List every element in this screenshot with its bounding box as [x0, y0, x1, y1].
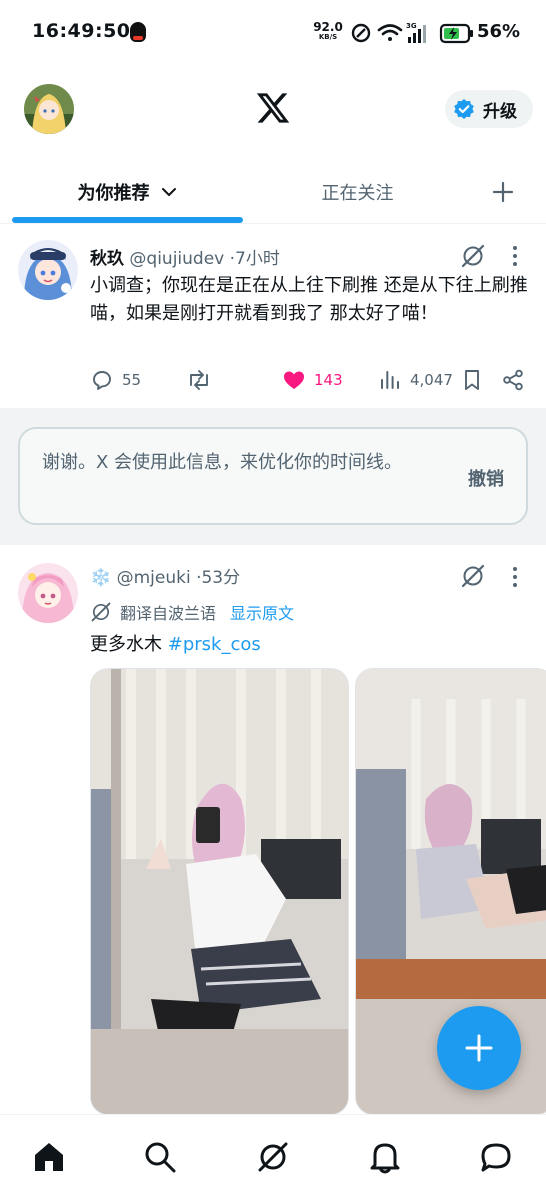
- x-logo-icon: [256, 93, 290, 123]
- upgrade-label: 升级: [483, 101, 517, 121]
- chevron-down-icon: [161, 187, 176, 196]
- plus-icon: [465, 1034, 493, 1062]
- tweet-author-handle[interactable]: @qiujiudev: [129, 249, 224, 269]
- my-avatar[interactable]: [24, 84, 74, 134]
- grok-icon[interactable]: [255, 1139, 291, 1175]
- reply-icon: [93, 371, 111, 390]
- verified-badge-icon: [454, 99, 474, 119]
- svg-text:3G: 3G: [406, 22, 417, 30]
- retweet-icon: [190, 370, 208, 390]
- top-bar: 升级: [0, 64, 546, 160]
- feedback-section: 谢谢。X 会使用此信息，来优化你的时间线。 撤销: [0, 408, 546, 545]
- grok-icon: [91, 602, 111, 622]
- bookmark-button[interactable]: [461, 366, 483, 394]
- tab-following[interactable]: 正在关注: [255, 160, 460, 223]
- like-button[interactable]: 143: [282, 366, 343, 394]
- translated-from-label: 翻译自波兰语: [120, 604, 217, 623]
- tab-following-label: 正在关注: [321, 182, 394, 204]
- tweet-text: 更多水木 #prsk_cos: [90, 631, 530, 659]
- reply-button[interactable]: 55: [90, 366, 141, 394]
- feedback-text: 谢谢。X 会使用此信息，来优化你的时间线。: [42, 452, 403, 473]
- tweet-text: 小调查；你现在是正在从上往下刷推 还是从下往上刷推喵，如果是刚打开就看到我了 那…: [90, 275, 528, 324]
- home-icon[interactable]: [31, 1139, 67, 1175]
- show-original-link[interactable]: 显示原文: [230, 600, 294, 624]
- active-tab-indicator: [12, 217, 243, 223]
- compose-button[interactable]: [437, 1006, 521, 1090]
- tweet-author-name[interactable]: 秋玖: [90, 249, 124, 269]
- tweet-text-content: 更多水木: [90, 634, 162, 655]
- status-bar: 16:49:50 92.0 KB/S 3G 56%: [0, 0, 546, 64]
- tweet-author-name[interactable]: ❄️: [90, 568, 111, 588]
- status-time: 16:49:50: [32, 20, 131, 42]
- share-icon: [503, 369, 523, 391]
- tab-for-you-label: 为你推荐: [77, 182, 150, 204]
- views-count: 4,047: [410, 371, 453, 389]
- tweet[interactable]: 秋玖 @qiujiudev ·7小时 小调查；你现在是正在从上往下刷推 还是从下…: [0, 224, 546, 408]
- timeline-tabs: 为你推荐 正在关注: [0, 160, 546, 224]
- share-button[interactable]: [501, 366, 525, 394]
- tweet-actions: 55 143 4,047: [90, 366, 530, 394]
- translation-bar: 翻译自波兰语 显示原文: [90, 600, 294, 624]
- tweet-header: ❄️ @mjeuki ·53分: [90, 563, 240, 588]
- qq-icon: [130, 22, 146, 42]
- heart-icon: [284, 371, 304, 389]
- messages-icon[interactable]: [478, 1139, 514, 1175]
- tweet-header: 秋玖 @qiujiudev ·7小时: [90, 244, 280, 269]
- grok-icon[interactable]: [460, 563, 486, 589]
- tweet-author-avatar[interactable]: [18, 563, 78, 623]
- plus-icon: [492, 181, 514, 202]
- battery-percent: 56%: [477, 21, 521, 42]
- avatar-image: [18, 563, 78, 623]
- undo-button[interactable]: 撤销: [468, 465, 504, 491]
- signal-icon: 3G: [406, 22, 426, 43]
- tweet-photo[interactable]: [90, 668, 349, 1115]
- more-options-icon[interactable]: [511, 567, 519, 591]
- bookmark-icon: [465, 370, 479, 390]
- status-icons: 3G: [351, 22, 473, 44]
- views-button[interactable]: 4,047: [378, 366, 453, 394]
- retweet-button[interactable]: [186, 366, 212, 394]
- tweet-author-avatar[interactable]: [18, 240, 78, 300]
- tweet-time: 7小时: [235, 249, 280, 269]
- upgrade-button[interactable]: 升级: [445, 90, 533, 128]
- notifications-icon[interactable]: [367, 1139, 403, 1175]
- reply-count: 55: [122, 371, 142, 389]
- like-count: 143: [314, 371, 343, 389]
- tab-for-you[interactable]: 为你推荐: [0, 160, 255, 223]
- hashtag-link[interactable]: #prsk_cos: [168, 634, 261, 655]
- grok-icon[interactable]: [460, 243, 486, 269]
- tweet-author-handle[interactable]: @mjeuki: [117, 568, 191, 588]
- search-icon[interactable]: [142, 1139, 178, 1175]
- feedback-notice: 谢谢。X 会使用此信息，来优化你的时间线。 撤销: [18, 427, 528, 525]
- network-speed-value: 92.0: [313, 20, 343, 34]
- add-timeline-button[interactable]: [475, 160, 531, 223]
- network-speed-unit: KB/S: [318, 33, 338, 41]
- avatar-image: [18, 240, 78, 300]
- tweet-time: 53分: [201, 568, 241, 588]
- network-speed: 92.0 KB/S: [312, 21, 344, 41]
- photo-image: [91, 669, 348, 1114]
- my-avatar-image: [24, 84, 74, 134]
- wifi-icon: [377, 24, 403, 41]
- more-options-icon[interactable]: [511, 246, 519, 270]
- alarm-icon: [351, 23, 371, 43]
- views-icon: [381, 371, 399, 389]
- bottom-navigation: [0, 1114, 546, 1200]
- battery-icon: [439, 23, 473, 44]
